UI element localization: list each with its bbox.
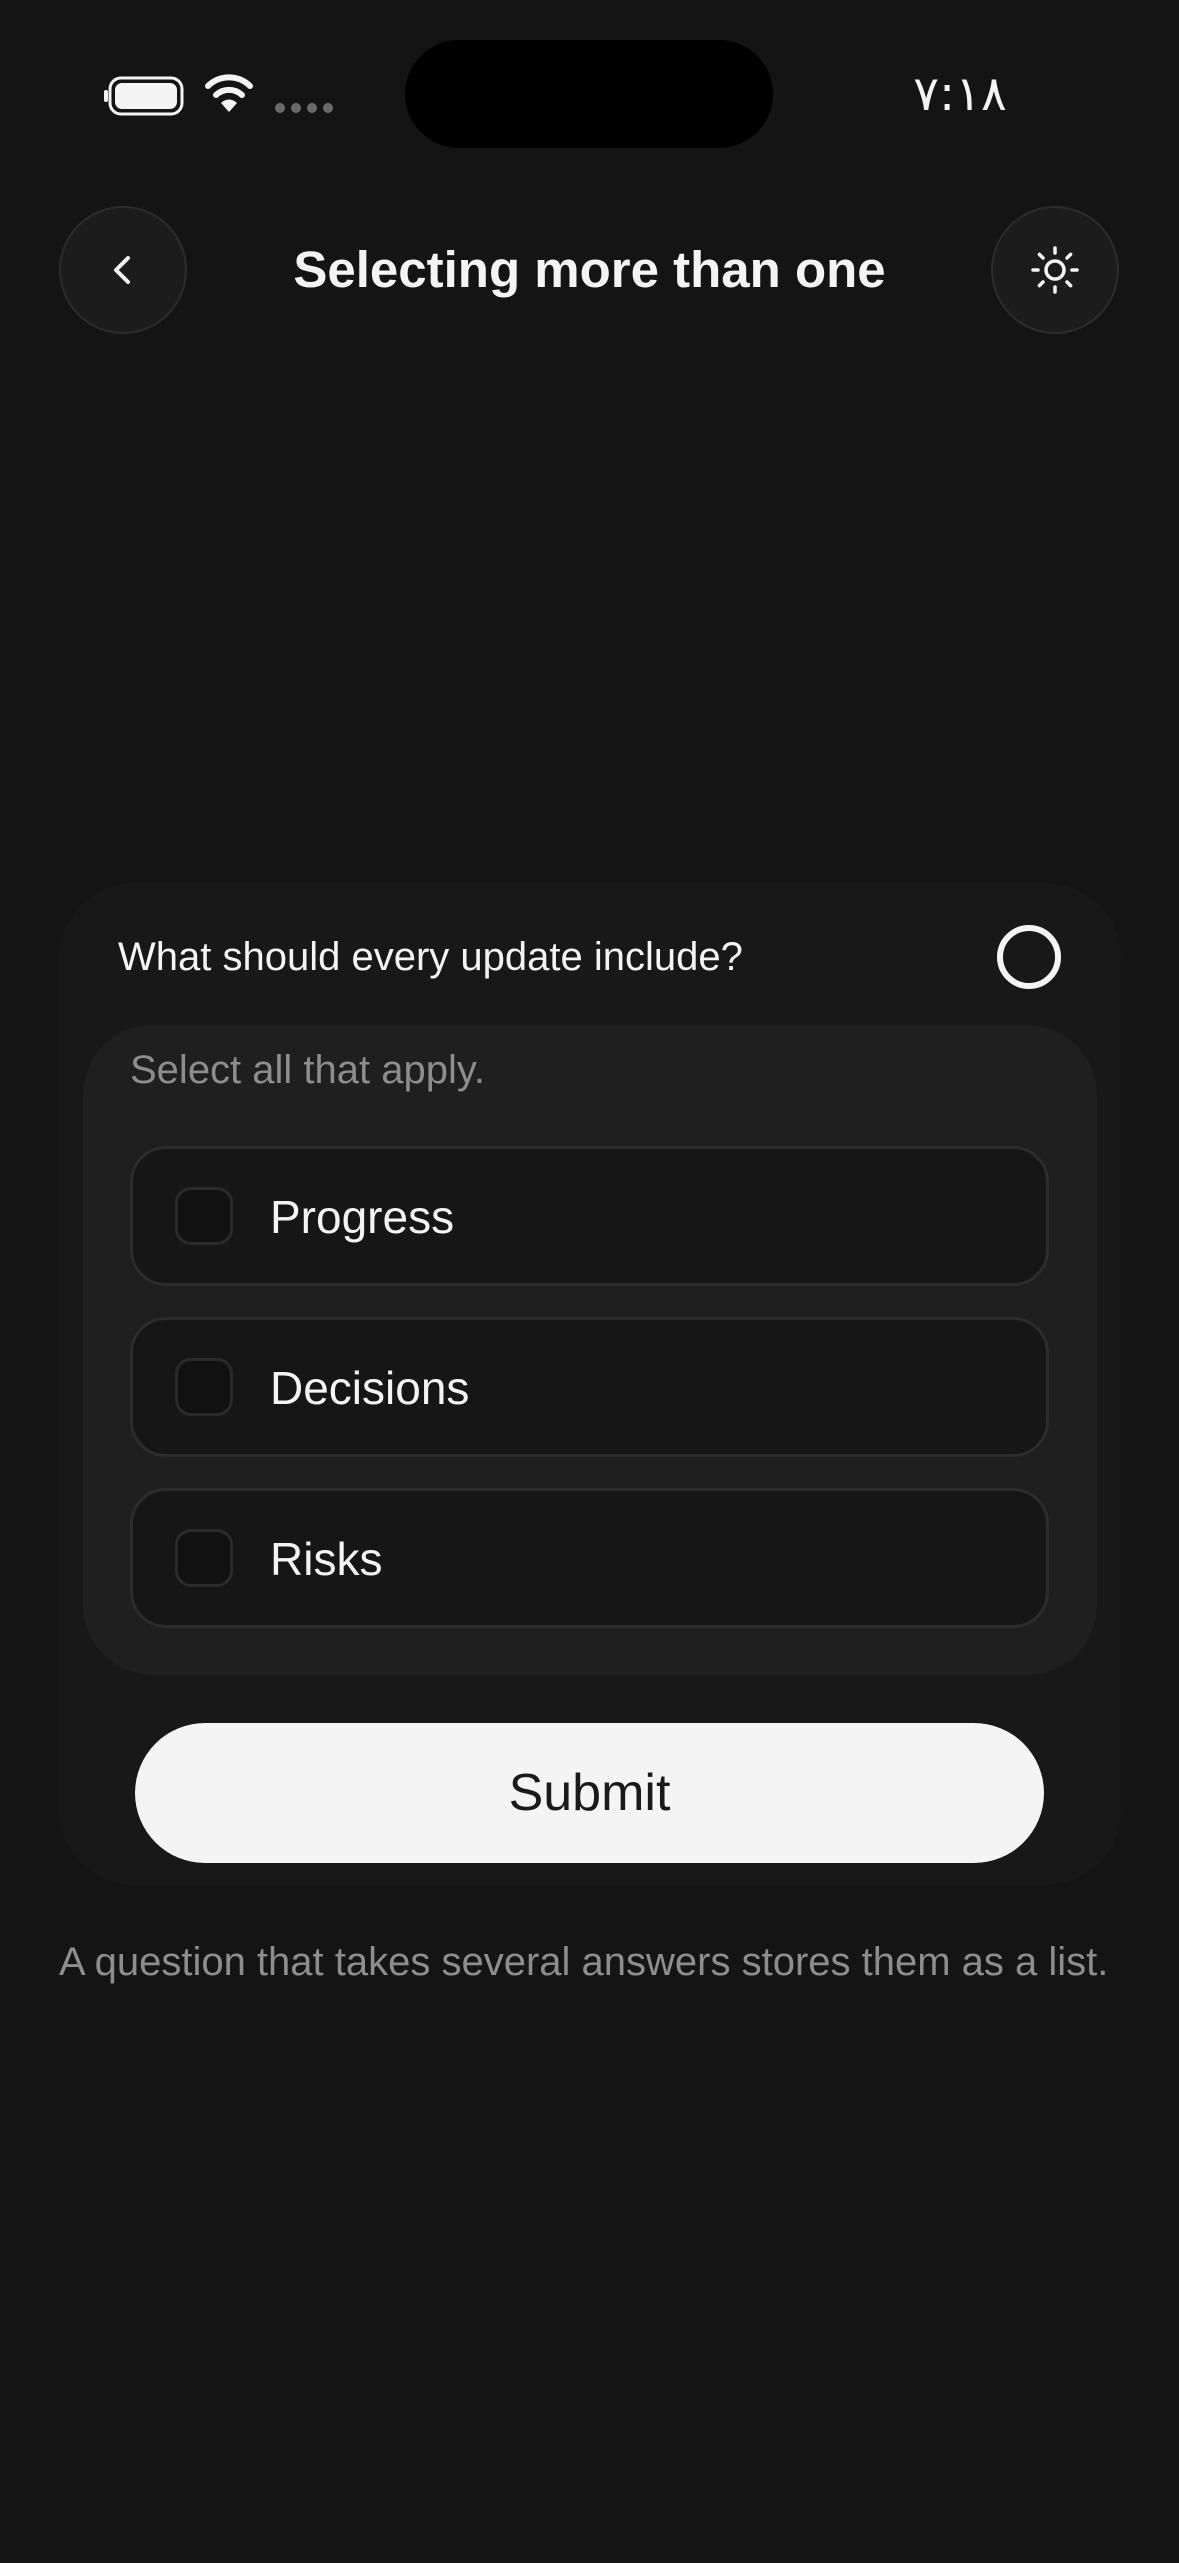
- option-decisions[interactable]: Decisions: [130, 1317, 1049, 1457]
- cellular-signal-dots-icon: [275, 103, 333, 113]
- option-label: Progress: [270, 1191, 455, 1243]
- instructions-text: Select all that apply.: [130, 1048, 486, 1092]
- wifi-icon: [205, 74, 253, 112]
- submit-button[interactable]: Submit: [135, 1723, 1044, 1863]
- status-time: ٧:١٨: [913, 66, 1007, 122]
- option-risks[interactable]: Risks: [130, 1488, 1049, 1628]
- option-label: Risks: [270, 1533, 383, 1585]
- dynamic-island: [405, 40, 773, 148]
- back-button[interactable]: [59, 206, 187, 334]
- battery-icon: [104, 76, 184, 116]
- sun-icon: [1031, 246, 1079, 294]
- chevron-left-icon: [114, 256, 130, 284]
- footnote-text: A question that takes several answers st…: [59, 1940, 1109, 1984]
- empty-circle-icon: [997, 925, 1061, 989]
- option-progress[interactable]: Progress: [130, 1146, 1049, 1286]
- theme-toggle-button[interactable]: [991, 206, 1119, 334]
- option-label: Decisions: [270, 1362, 470, 1414]
- checkbox[interactable]: [175, 1529, 233, 1587]
- page-title: Selecting more than one: [293, 241, 886, 298]
- checkbox[interactable]: [175, 1187, 233, 1245]
- status-bar: ٧:١٨: [0, 0, 1179, 190]
- question-text: What should every update include?: [118, 935, 743, 979]
- checkbox[interactable]: [175, 1358, 233, 1416]
